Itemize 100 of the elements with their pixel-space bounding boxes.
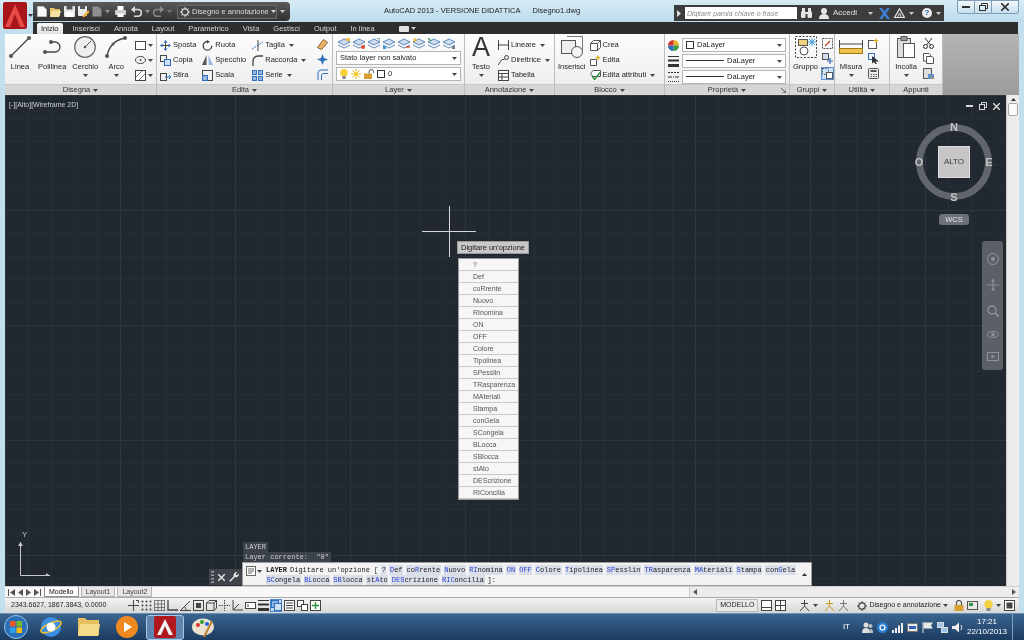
printer-icon[interactable] xyxy=(115,6,126,17)
left-arrow-icon[interactable] xyxy=(693,589,697,595)
last-arrow-icon[interactable] xyxy=(34,588,41,596)
constraint-arrows-icon xyxy=(127,600,139,611)
viewcube-face[interactable]: ALTO xyxy=(938,146,970,178)
sign-in-link[interactable]: Accedi xyxy=(833,7,857,19)
ribbon-display-button[interactable] xyxy=(398,23,416,34)
status-toggle[interactable] xyxy=(283,599,295,612)
first-arrow-icon[interactable] xyxy=(8,588,15,596)
caret-icon xyxy=(777,43,782,47)
status-toggle[interactable] xyxy=(205,599,217,612)
scroll-thumb[interactable] xyxy=(1008,103,1018,116)
close-icon[interactable] xyxy=(218,573,225,581)
right-arrow-icon[interactable] xyxy=(26,588,31,596)
clock-date[interactable]: 22/10/2013 xyxy=(966,627,1007,637)
status-toggle[interactable] xyxy=(140,599,152,612)
caret-up-icon[interactable] xyxy=(1010,98,1016,101)
copy-shapes-icon xyxy=(160,54,171,66)
rectangle-icon[interactable] xyxy=(135,40,146,50)
eraser-icon[interactable] xyxy=(317,39,328,50)
status-toggle[interactable] xyxy=(257,599,269,612)
layer-sheets-icon[interactable] xyxy=(383,37,395,49)
status-toggle[interactable] xyxy=(296,599,308,612)
minimize-button[interactable] xyxy=(957,0,975,14)
calculator-icon[interactable] xyxy=(868,68,879,79)
triangle-icon[interactable] xyxy=(894,8,905,18)
card-icon[interactable] xyxy=(967,601,978,610)
hatch-icon[interactable] xyxy=(135,69,146,81)
caret-up-icon[interactable] xyxy=(802,573,807,576)
restore-button[interactable] xyxy=(975,0,992,14)
group-tool-button[interactable] xyxy=(821,52,834,65)
pages-icon[interactable] xyxy=(923,53,934,64)
layer-sheets-icon[interactable] xyxy=(338,37,350,49)
wrench-icon[interactable] xyxy=(229,572,239,582)
status-toggle[interactable] xyxy=(309,599,321,612)
ruler-icon xyxy=(839,40,863,54)
signal-bars-icon[interactable] xyxy=(892,621,903,633)
status-toggle[interactable] xyxy=(218,599,230,612)
compass-ring[interactable] xyxy=(916,124,992,200)
layer-sheets-icon[interactable] xyxy=(353,37,365,49)
left-arrow-icon[interactable] xyxy=(18,588,23,596)
undo-arrow-icon[interactable] xyxy=(131,6,142,17)
scale-figure-icon[interactable] xyxy=(838,600,850,611)
caret-icon xyxy=(848,74,854,77)
status-toggle[interactable] xyxy=(192,599,204,612)
status-toggle[interactable] xyxy=(244,599,256,612)
speaker-icon[interactable] xyxy=(952,621,963,633)
clipboard-small-icon[interactable] xyxy=(923,68,934,79)
restore-icon[interactable] xyxy=(979,102,987,110)
vertical-scrollbar[interactable] xyxy=(1006,95,1019,586)
status-toggle[interactable] xyxy=(231,599,243,612)
layer-sheets-icon[interactable] xyxy=(443,37,455,49)
status-toggle[interactable] xyxy=(166,599,178,612)
status-toggle[interactable] xyxy=(270,599,282,612)
application-menu-button[interactable] xyxy=(3,2,33,29)
monitors-icon[interactable] xyxy=(937,621,948,633)
expand-arrow-icon[interactable] xyxy=(677,9,681,17)
play-icon xyxy=(116,616,138,638)
group-tool-button[interactable] xyxy=(821,37,834,50)
scale-figure-icon[interactable] xyxy=(799,600,811,611)
launcher-arrow-icon[interactable] xyxy=(781,88,786,93)
layer-sheets-icon[interactable] xyxy=(368,37,380,49)
line-type-icon xyxy=(668,72,679,82)
floppy-pencil-icon[interactable] xyxy=(78,6,89,17)
clock-time[interactable]: 17:21 xyxy=(977,617,997,627)
command-history-button[interactable] xyxy=(243,563,262,576)
offset-lines-icon[interactable] xyxy=(317,69,328,80)
caret-icon xyxy=(257,569,262,573)
polar-angle-icon xyxy=(179,600,191,611)
padlock-icon[interactable] xyxy=(954,600,964,611)
dashed-square-slash-icon xyxy=(822,38,834,49)
layout-viewports-icon[interactable] xyxy=(775,600,787,611)
scissors-icon[interactable] xyxy=(923,38,934,49)
bulb-icon[interactable] xyxy=(984,600,993,611)
group-tool-button[interactable] xyxy=(821,67,834,80)
status-toggle[interactable] xyxy=(127,599,139,612)
people-icon[interactable] xyxy=(862,621,873,633)
layer-sheets-icon[interactable] xyxy=(428,37,440,49)
close-button[interactable] xyxy=(992,0,1019,14)
language-indicator[interactable]: IT xyxy=(842,621,850,633)
binoculars-icon[interactable] xyxy=(801,8,812,18)
status-toggle[interactable] xyxy=(179,599,191,612)
ellipse-icon[interactable] xyxy=(135,56,146,64)
taskbar-app-button[interactable] xyxy=(146,614,184,640)
folder-icon[interactable] xyxy=(50,6,61,17)
help-button[interactable]: ? xyxy=(922,8,932,18)
cursor-select-icon[interactable] xyxy=(868,53,879,64)
horizontal-scrollbar[interactable] xyxy=(689,587,1019,597)
flag-icon[interactable] xyxy=(922,621,933,633)
close-icon[interactable] xyxy=(993,102,1000,110)
right-arrow-icon[interactable] xyxy=(1012,589,1016,595)
status-toggle[interactable] xyxy=(153,599,165,612)
model-viewport-icon[interactable] xyxy=(761,600,773,611)
round-badge-icon[interactable] xyxy=(877,621,888,633)
redo-arrow-icon[interactable] xyxy=(153,6,164,17)
burst-icon[interactable] xyxy=(317,54,328,65)
new-page-icon[interactable] xyxy=(37,6,47,17)
clean-screen-icon[interactable] xyxy=(1004,600,1015,611)
line-icon xyxy=(9,36,31,58)
app-box-icon[interactable] xyxy=(907,622,918,632)
